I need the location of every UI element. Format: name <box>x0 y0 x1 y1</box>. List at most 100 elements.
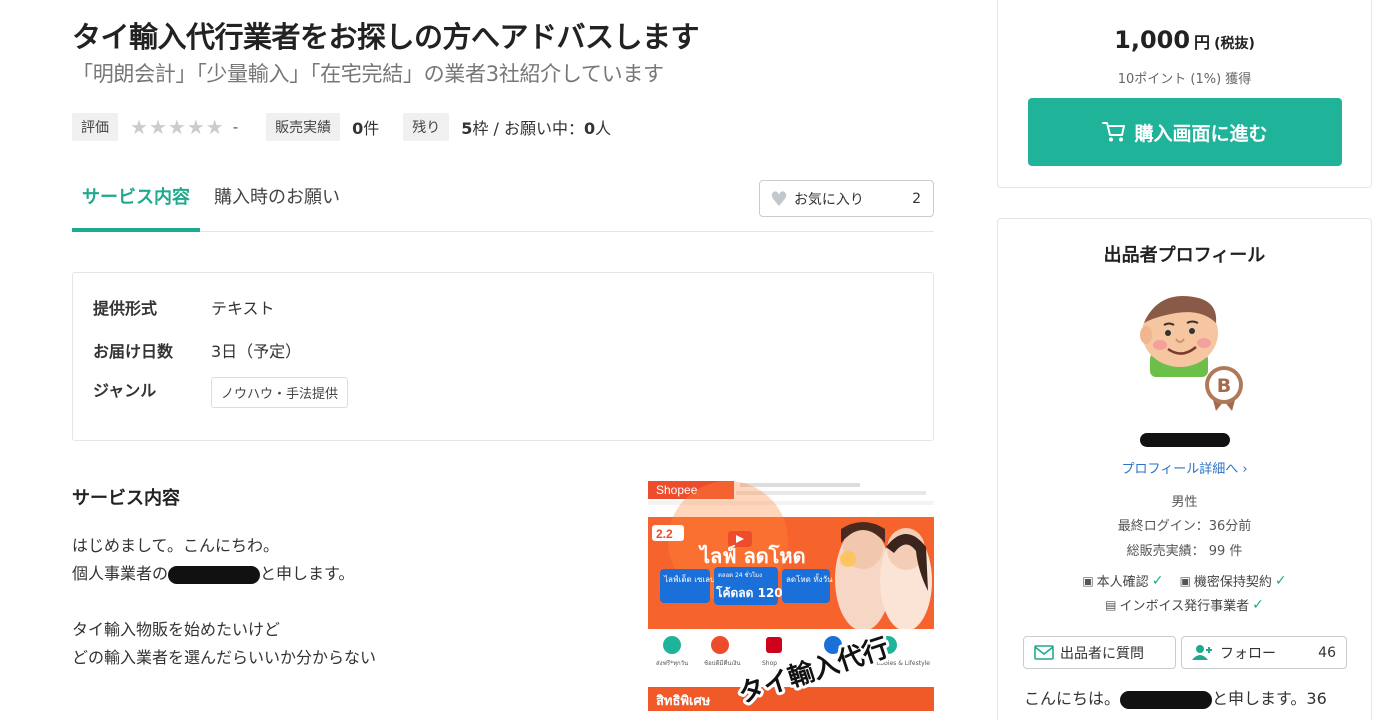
hero-cat2: ช้อปดีมีคืนเงิน <box>704 659 741 667</box>
remaining-label: 残り <box>403 113 450 141</box>
spec-key: お届け日数 <box>93 342 174 361</box>
description-text: 個人事業者の <box>72 564 169 583</box>
spec-box: 提供形式 テキスト お届け日数 3日（予定） ジャンル ノウハウ・手法提供 <box>72 272 934 441</box>
service-description: はじめまして。こんにちわ。 個人事業者の と申します。 タイ輸入物販を始めたいけど… <box>72 532 376 672</box>
hero-tile2-top: ตลอด 24 ชั่วโมง <box>718 571 762 579</box>
redacted-name <box>168 565 261 584</box>
add-user-icon <box>1192 645 1212 660</box>
favorite-count: 2 <box>912 190 921 207</box>
price: 1,000 円 (税抜) <box>998 26 1371 54</box>
purchase-box: 1,000 円 (税抜) 10ポイント (1%) 獲得 購入画面に進む <box>997 0 1372 188</box>
sales-unit: 件 <box>363 119 380 138</box>
seller-profile: 出品者プロフィール B プロフィール詳細へ › 男性 最終ログイン：36分前 総… <box>997 218 1372 720</box>
badge-label: インボイス発行事業者 <box>1119 599 1250 614</box>
intro-text: こんにちは。 <box>1024 689 1121 708</box>
star-icon: ★ <box>186 115 205 139</box>
points-earned: 10ポイント (1%) 獲得 <box>1117 72 1252 87</box>
verification-badges: ▣ 本人確認 ✓ ▣ 機密保持契約 ✓ <box>998 571 1371 591</box>
check-icon: ✓ <box>1151 572 1164 589</box>
service-image[interactable]: Shopee 2.2 ไลฟ์ ลดโหด ไลฟ์เด็ด เซเลบดัง … <box>648 481 934 711</box>
profile-detail-link[interactable]: プロフィール詳細へ › <box>998 458 1371 477</box>
sales-value: 0件 <box>352 115 379 139</box>
sales-count: 0 <box>352 119 364 138</box>
star-icon: ★ <box>148 115 167 139</box>
badge-invoice: ▤ インボイス発行事業者 ✓ <box>1105 595 1264 615</box>
description-line: 個人事業者の と申します。 <box>72 560 376 588</box>
spec-row-genre: ジャンル ノウハウ・手法提供 <box>93 377 349 408</box>
chevron-right-icon: › <box>1242 462 1248 477</box>
spec-key: 提供形式 <box>93 299 158 318</box>
service-title: タイ輸入代行業者をお探しの方へアドバスします <box>72 20 700 54</box>
description-line: タイ輸入物販を始めたいけど <box>72 620 281 639</box>
remaining-value: 5枠 / お願い中：0人 <box>461 115 611 139</box>
description-line: はじめまして。こんにちわ。 <box>72 536 280 555</box>
spec-key: ジャンル <box>93 380 157 400</box>
seller-name-redacted[interactable] <box>1140 433 1230 447</box>
rating-label: 評価 <box>72 113 118 141</box>
follow-count: 46 <box>1318 644 1336 661</box>
description-text: と申します。 <box>260 564 355 583</box>
stats-bar: 評価 ★ ★ ★ ★ ★ - 販売実績 0件 残り 5枠 / お願い中：0人 <box>72 112 635 142</box>
buy-button-label: 購入画面に進む <box>1134 122 1268 145</box>
remaining-count: 5 <box>461 119 473 138</box>
price-currency: 円 <box>1194 33 1211 52</box>
favorite-label: お気に入り <box>793 191 864 208</box>
seller-gender: 男性 <box>1171 495 1198 510</box>
ask-seller-button[interactable]: 出品者に質問 <box>1023 636 1176 669</box>
spec-value: 3日（予定） <box>211 342 302 361</box>
ask-seller-label: 出品者に質問 <box>1060 645 1144 662</box>
price-tax-note: (税抜) <box>1214 36 1255 52</box>
seller-last-login: 最終ログイン：36分前 <box>1117 519 1252 534</box>
favorite-button[interactable]: ♥ お気に入り 2 <box>759 180 934 217</box>
lock-icon: ▣ <box>1179 573 1191 588</box>
spec-value: テキスト <box>211 299 275 318</box>
requesting-unit: 人 <box>595 119 612 138</box>
spec-row-format: 提供形式 テキスト <box>93 295 275 319</box>
hero-tile3: ลดโหด ทั้งวัน <box>786 573 833 584</box>
price-amount: 1,000 <box>1114 26 1191 54</box>
star-icon: ★ <box>130 115 148 139</box>
profile-title: 出品者プロフィール <box>1103 245 1266 266</box>
buy-button[interactable]: 購入画面に進む <box>1028 98 1342 166</box>
follow-label: フォロー <box>1220 645 1276 662</box>
verification-badges-2: ▤ インボイス発行事業者 ✓ <box>998 595 1371 615</box>
redacted-name <box>1120 690 1213 709</box>
tab-bar: サービス内容 購入時のお願い ♥ お気に入り 2 <box>72 170 934 232</box>
document-icon: ▤ <box>1105 597 1117 612</box>
check-icon: ✓ <box>1252 596 1264 613</box>
hero-headline: ไลฟ์ ลดโหด <box>698 544 806 568</box>
requesting-count: 0 <box>583 119 596 138</box>
badge-label: 機密保持契約 <box>1193 575 1272 590</box>
seller-intro: こんにちは。 と申します。36 <box>1024 685 1327 709</box>
badge-identity: ▣ 本人確認 ✓ <box>1082 571 1164 591</box>
hero-tile2-main: โค้ดลด 120. <box>715 585 787 600</box>
rank-badge: B <box>1217 375 1231 397</box>
avatar[interactable]: B <box>1132 289 1262 419</box>
person-icon: ▣ <box>1082 573 1094 588</box>
service-subtitle: 「明朗会計」「少量輸入」「在宅完結」の業者3社紹介しています <box>72 62 664 86</box>
star-icon: ★ <box>167 115 186 139</box>
tab-purchase-request[interactable]: 購入時のお願い <box>204 170 350 232</box>
hero-cat1: ส่งฟรี*ทุกวัน <box>656 659 688 667</box>
section-heading: サービス内容 <box>72 488 180 509</box>
heart-icon: ♥ <box>770 186 788 211</box>
description-line: どの輸入業者を選んだらいいか分からない <box>72 648 377 667</box>
badge-nda: ▣ 機密保持契約 ✓ <box>1179 571 1287 591</box>
sales-label: 販売実績 <box>266 113 341 141</box>
tab-service-content[interactable]: サービス内容 <box>72 170 200 232</box>
genre-tag[interactable]: ノウハウ・手法提供 <box>211 377 349 408</box>
seller-total-sales: 総販売実績： 99 件 <box>1126 544 1243 559</box>
follow-button[interactable]: フォロー 46 <box>1181 636 1347 669</box>
hero-banner-bottom: สิทธิพิเศษ <box>656 694 711 709</box>
profile-link-label: プロフィール詳細へ <box>1121 462 1239 477</box>
hero-cat3: Shop <box>762 660 777 667</box>
rating-stars: ★ ★ ★ ★ ★ <box>130 117 224 137</box>
remaining-unit: 枠 / お願い中： <box>472 119 584 138</box>
mail-icon <box>1034 645 1054 660</box>
check-icon: ✓ <box>1274 572 1287 589</box>
star-icon: ★ <box>205 115 224 139</box>
intro-text: と申します。36 <box>1212 689 1327 708</box>
rating-value: - <box>232 118 239 136</box>
cart-icon <box>1102 122 1126 142</box>
badge-label: 本人確認 <box>1096 575 1149 590</box>
